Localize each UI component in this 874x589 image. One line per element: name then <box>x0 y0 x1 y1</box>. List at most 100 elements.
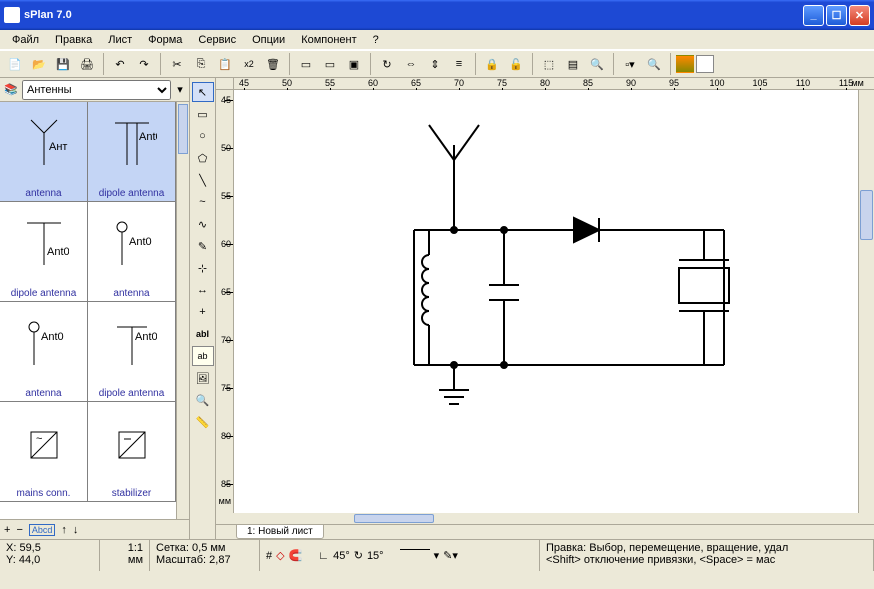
unlock-icon[interactable]: 🔓 <box>505 53 527 75</box>
snap-icon[interactable]: ⬚ <box>538 53 560 75</box>
label-tool-icon[interactable]: ab <box>192 346 214 366</box>
line-tool-icon[interactable]: ╲ <box>192 170 214 190</box>
line-style-icon[interactable] <box>400 549 430 562</box>
minimize-button[interactable]: _ <box>803 5 824 26</box>
color1-icon[interactable] <box>676 55 694 73</box>
lib-item-antenna-1[interactable]: Ант antenna <box>0 102 88 201</box>
color2-icon[interactable] <box>696 55 714 73</box>
point-tool-icon[interactable]: + <box>192 302 214 322</box>
status-x: X: 59,5 <box>6 542 93 554</box>
rotate-step-icon[interactable]: ↻ <box>354 550 363 562</box>
select-tool-icon[interactable]: ↖ <box>192 82 214 102</box>
circuit-schematic <box>234 90 854 510</box>
mirror-v-icon[interactable]: ⇕ <box>424 53 446 75</box>
curve-tool-icon[interactable]: ~ <box>192 192 214 212</box>
copy-icon[interactable]: ⎘ <box>190 53 212 75</box>
lib-dropdown-icon[interactable]: ▾ <box>173 79 187 101</box>
lib-down-icon[interactable]: ↓ <box>73 524 79 536</box>
save-icon[interactable]: 💾 <box>52 53 74 75</box>
menu-sheet[interactable]: Лист <box>102 32 138 48</box>
horizontal-scrollbar[interactable] <box>234 513 858 524</box>
main-toolbar: 📄 📂 💾 🖨 ↶ ↷ ✂ ⎘ 📋 x2 🗑 ▭ ▭ ▣ ↻ ⇔ ⇕ ≡ 🔒 🔓… <box>0 50 874 78</box>
lib-item-antenna-2[interactable]: Ant0 antenna <box>88 202 176 301</box>
lib-add-icon[interactable]: + <box>4 524 10 536</box>
circle-tool-icon[interactable]: ○ <box>192 126 214 146</box>
angle-icon[interactable]: ∟ <box>318 550 329 562</box>
rect-tool-icon[interactable]: ▭ <box>192 104 214 124</box>
list-icon[interactable]: ▤ <box>562 53 584 75</box>
horizontal-ruler: 4550556065707580859095100105110115мм <box>216 78 874 90</box>
library-grid: Ант antenna Ant0 dipole antenna Ant0 dip… <box>0 102 189 519</box>
node-tool-icon[interactable]: ⊹ <box>192 258 214 278</box>
back-icon[interactable]: ▭ <box>319 53 341 75</box>
library-panel: 📚 Антенны ▾ Ант antenna Ant0 dipole ante… <box>0 78 190 539</box>
duplicate-icon[interactable]: x2 <box>238 53 260 75</box>
text-tool-icon[interactable]: abI <box>192 324 214 344</box>
status-angle2: 15° <box>367 550 384 562</box>
grid-toggle-icon[interactable]: # <box>266 550 272 562</box>
snap-toggle-icon[interactable]: ◇ <box>276 550 284 562</box>
new-icon[interactable]: 📄 <box>4 53 26 75</box>
drawing-toolbar: ↖ ▭ ○ ⬠ ╲ ~ ∿ ✎ ⊹ ↔ + abI ab 🖼 🔍 📏 <box>190 78 216 539</box>
align-icon[interactable]: ≡ <box>448 53 470 75</box>
lib-item-dipole-3[interactable]: Ant0 dipole antenna <box>88 302 176 401</box>
freehand-tool-icon[interactable]: ✎ <box>192 236 214 256</box>
menu-file[interactable]: Файл <box>6 32 45 48</box>
bezier-tool-icon[interactable]: ∿ <box>192 214 214 234</box>
status-help2: <Shift> отключение привязки, <Space> = м… <box>546 554 867 566</box>
status-zoom: Масштаб: 2,87 <box>156 554 253 566</box>
lib-rename-icon[interactable]: Abcd <box>29 524 56 536</box>
lib-up-icon[interactable]: ↑ <box>61 524 67 536</box>
cut-icon[interactable]: ✂ <box>166 53 188 75</box>
svg-text:Ant0: Ant0 <box>41 331 64 343</box>
mirror-h-icon[interactable]: ⇔ <box>400 53 422 75</box>
paste-icon[interactable]: 📋 <box>214 53 236 75</box>
delete-icon[interactable]: 🗑 <box>262 53 284 75</box>
lib-remove-icon[interactable]: − <box>16 524 22 536</box>
svg-text:Ant0: Ant0 <box>47 246 69 258</box>
print-icon[interactable]: 🖨 <box>76 53 98 75</box>
image-tool-icon[interactable]: 🖼 <box>192 368 214 388</box>
zoom-tool-icon[interactable]: 🔍 <box>192 390 214 410</box>
title-bar: sPlan 7.0 _ ☐ ✕ <box>0 0 874 30</box>
search-icon[interactable]: 🔍 <box>586 53 608 75</box>
lib-item-dipole-2[interactable]: Ant0 dipole antenna <box>0 202 88 301</box>
redo-icon[interactable]: ↷ <box>133 53 155 75</box>
menu-form[interactable]: Форма <box>142 32 188 48</box>
menu-edit[interactable]: Правка <box>49 32 98 48</box>
lib-item-mains[interactable]: ~ mains conn. <box>0 402 88 501</box>
sheet-tabs: 1: Новый лист <box>216 524 874 539</box>
group-icon[interactable]: ▣ <box>343 53 365 75</box>
lock-icon[interactable]: 🔒 <box>481 53 503 75</box>
library-scrollbar[interactable] <box>176 102 189 519</box>
front-icon[interactable]: ▭ <box>295 53 317 75</box>
open-icon[interactable]: 📂 <box>28 53 50 75</box>
sheet-tab-1[interactable]: 1: Новый лист <box>236 525 324 539</box>
status-bar: X: 59,5 Y: 44,0 1:1 мм Сетка: 0,5 мм Мас… <box>0 539 874 571</box>
dimension-tool-icon[interactable]: ↔ <box>192 280 214 300</box>
menu-bar: Файл Правка Лист Форма Сервис Опции Комп… <box>0 30 874 50</box>
page-icon[interactable]: ▫▾ <box>619 53 641 75</box>
library-select[interactable]: Антенны <box>22 80 171 100</box>
rotate-icon[interactable]: ↻ <box>376 53 398 75</box>
menu-help[interactable]: ? <box>367 32 385 48</box>
zoom-icon[interactable]: 🔍 <box>643 53 665 75</box>
menu-service[interactable]: Сервис <box>192 32 242 48</box>
status-unit: мм <box>106 554 143 566</box>
lib-item-antenna-3[interactable]: Ant0 antenna <box>0 302 88 401</box>
drawing-canvas[interactable] <box>234 90 858 513</box>
magnet-icon[interactable]: 🧲 <box>289 550 303 562</box>
poly-tool-icon[interactable]: ⬠ <box>192 148 214 168</box>
menu-component[interactable]: Компонент <box>295 32 362 48</box>
svg-text:Ant0: Ant0 <box>129 236 152 248</box>
measure-tool-icon[interactable]: 📏 <box>192 412 214 432</box>
vertical-scrollbar[interactable] <box>858 90 874 513</box>
lib-item-stabilizer[interactable]: stabilizer <box>88 402 176 501</box>
close-button[interactable]: ✕ <box>849 5 870 26</box>
lib-item-dipole-1[interactable]: Ant0 dipole antenna <box>88 102 176 201</box>
menu-options[interactable]: Опции <box>246 32 291 48</box>
lib-icon[interactable]: 📚 <box>2 81 20 99</box>
maximize-button[interactable]: ☐ <box>826 5 847 26</box>
pen-icon[interactable]: ✎▾ <box>443 550 458 562</box>
undo-icon[interactable]: ↶ <box>109 53 131 75</box>
